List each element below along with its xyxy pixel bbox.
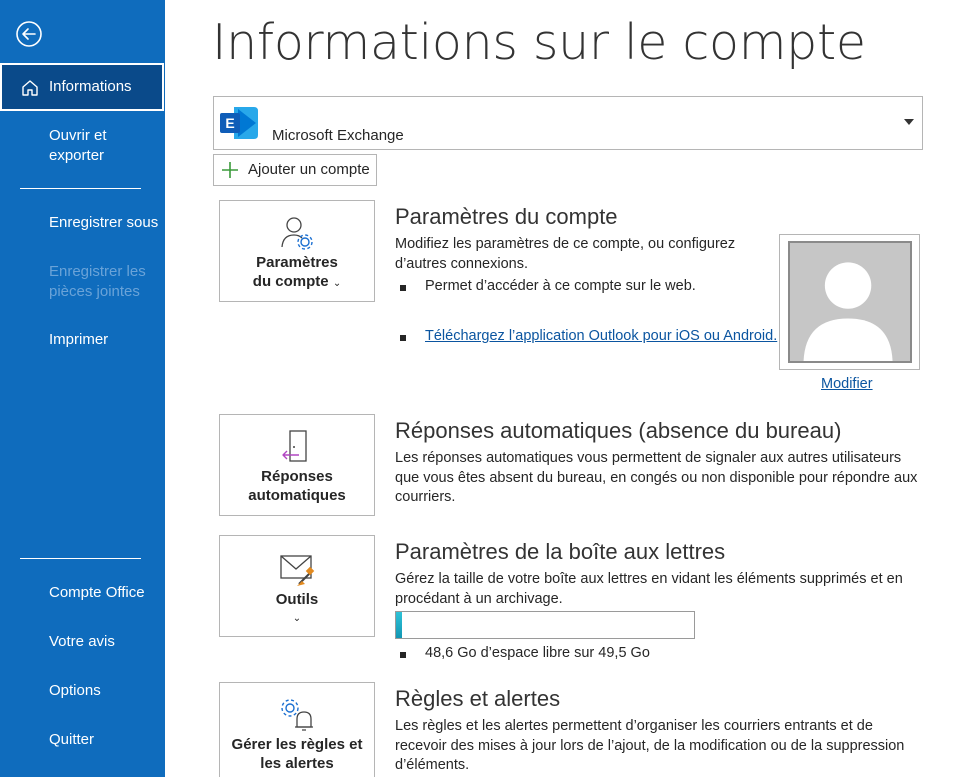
account-dropdown[interactable]: E Microsoft Exchange — [213, 96, 923, 150]
mailbox-usage-bar — [395, 611, 695, 639]
sidebar-item-options[interactable]: Options — [0, 681, 165, 701]
section-title-rules: Règles et alertes — [395, 686, 561, 711]
svg-text:E: E — [225, 115, 234, 131]
home-icon — [22, 80, 38, 96]
plus-icon — [222, 162, 238, 178]
sidebar-item-imprimer[interactable]: Imprimer — [0, 330, 165, 350]
sidebar-item-enregistrer-pieces-jointes: Enregistrer les pièces jointes — [0, 262, 165, 302]
sidebar-item-votre-avis[interactable]: Votre avis — [0, 632, 165, 652]
chevron-down-icon — [904, 119, 914, 125]
account-settings-button[interactable]: Paramètres du compte ⌄ — [219, 200, 375, 302]
bullet-web-access: Permet d’accéder à ce compte sur le web. — [400, 278, 696, 294]
sidebar-item-compte-office[interactable]: Compte Office — [0, 583, 165, 603]
back-arrow-icon[interactable] — [15, 20, 43, 48]
sidebar-item-label: Imprimer — [49, 331, 109, 348]
rules-alerts-button[interactable]: Gérer les règles et les alertes — [219, 682, 375, 777]
sidebar-divider — [20, 558, 141, 559]
sidebar-divider — [20, 188, 141, 189]
mailbox-usage-fill — [396, 612, 402, 638]
outlook-app-link[interactable]: Téléchargez l’application Outlook pour i… — [400, 328, 777, 344]
section-title-auto-replies: Réponses automatiques (absence du bureau… — [395, 418, 842, 443]
tile-label: Gérer les règles et — [231, 736, 363, 753]
backstage-sidebar: Informations Ouvrir et exporter Enregist… — [0, 0, 165, 777]
section-desc-auto-replies: Les réponses automatiques vous permetten… — [395, 450, 918, 505]
modify-photo-link[interactable]: Modifier — [821, 376, 873, 392]
section-title-account-settings: Paramètres du compte — [395, 204, 618, 229]
tile-label-2: du compte ⌄ — [252, 273, 342, 290]
sidebar-item-label: Informations — [49, 78, 132, 95]
mailbox-tools-icon — [280, 555, 315, 586]
sidebar-item-label: Votre avis — [49, 633, 115, 650]
add-account-button[interactable]: Ajouter un compte — [213, 154, 377, 186]
tile-label: Réponses — [261, 468, 333, 485]
profile-picture — [779, 234, 920, 370]
sidebar-item-label: pièces jointes — [49, 283, 140, 300]
user-settings-icon — [281, 217, 313, 250]
page-title: Informations sur le compte — [212, 14, 866, 71]
sidebar-item-ouvrir-exporter[interactable]: Ouvrir et exporter — [0, 126, 165, 166]
sidebar-item-label: Ouvrir et — [49, 127, 107, 144]
section-desc-account-settings: Modifiez les paramètres de ce compte, ou… — [395, 236, 736, 272]
mailbox-tools-button[interactable]: Outils ⌄ — [219, 535, 375, 637]
bullet-outlook-app: Téléchargez l’application Outlook pour i… — [400, 328, 777, 344]
sidebar-item-label: Compte Office — [49, 584, 145, 601]
bullet-free-space: 48,6 Go d’espace libre sur 49,5 Go — [400, 645, 650, 661]
sidebar-item-enregistrer-sous[interactable]: Enregistrer sous — [0, 213, 165, 233]
section-desc-rules: Les règles et les alertes permettent d’o… — [395, 718, 905, 773]
account-name: Microsoft Exchange — [272, 127, 404, 144]
person-placeholder-icon — [803, 262, 893, 361]
section-title-mailbox: Paramètres de la boîte aux lettres — [395, 539, 726, 564]
auto-replies-button[interactable]: Réponses automatiques — [219, 414, 375, 516]
add-account-label: Ajouter un compte — [248, 161, 370, 178]
section-desc-mailbox: Gérez la taille de votre boîte aux lettr… — [395, 571, 903, 607]
exchange-logo-icon: E — [220, 107, 258, 139]
tile-label: Outils — [275, 591, 319, 608]
rules-bell-icon — [281, 699, 313, 731]
sidebar-item-label: Enregistrer les — [49, 263, 146, 280]
sidebar-item-label: Options — [49, 682, 101, 699]
chevron-down-icon: ⌄ — [292, 613, 302, 624]
chevron-down-icon: ⌄ — [332, 278, 342, 289]
sidebar-item-label: Quitter — [49, 731, 95, 748]
sidebar-item-informations[interactable]: Informations — [0, 63, 164, 111]
tile-label-2: les alertes — [260, 755, 334, 772]
tile-label: Paramètres — [256, 254, 338, 271]
sidebar-item-label: exporter — [49, 147, 105, 164]
door-arrow-icon — [282, 430, 307, 462]
sidebar-item-label: Enregistrer sous — [49, 214, 159, 231]
tile-label-2: automatiques — [248, 487, 346, 504]
avatar — [788, 241, 912, 363]
sidebar-item-quitter[interactable]: Quitter — [0, 730, 165, 750]
